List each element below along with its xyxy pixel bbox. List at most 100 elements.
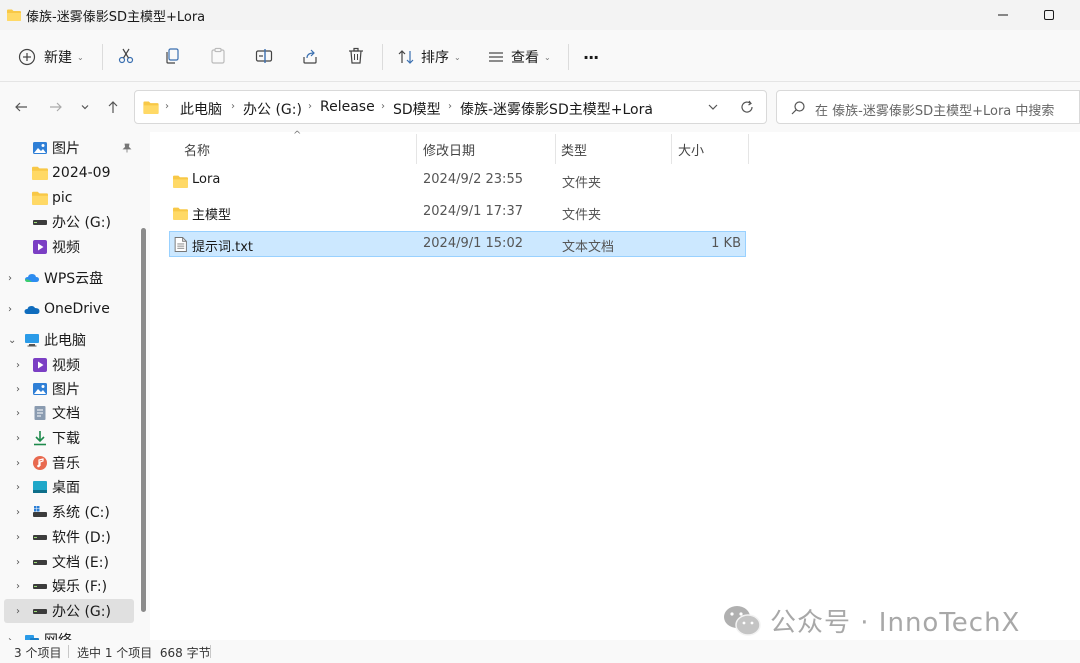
chevron-right-icon: › [16, 359, 20, 371]
sidebar-item-drive-e[interactable]: › 文档 (E:) [0, 550, 140, 574]
chevron-right-icon: › [16, 457, 20, 469]
sidebar-item-documents[interactable]: › 文档 [0, 401, 140, 425]
arrow-up-icon [108, 101, 118, 113]
toolbar-divider [382, 44, 383, 70]
recent-locations-button[interactable] [74, 96, 96, 118]
watermark-text: 公众号 · InnoTechX [770, 608, 1021, 638]
sidebar-item-videos[interactable]: › 视频 [0, 353, 140, 377]
sidebar-item-onedrive[interactable]: › OneDrive [0, 297, 140, 321]
up-button[interactable] [102, 96, 124, 118]
chevron-right-icon: › [16, 407, 20, 419]
sidebar-item-drive-f[interactable]: › 娱乐 (F:) [0, 574, 140, 598]
rename-button[interactable] [252, 44, 276, 68]
arrow-left-icon [15, 102, 27, 112]
breadcrumb-this-pc[interactable]: 此电脑 [180, 99, 222, 119]
back-button[interactable] [10, 96, 32, 118]
share-button[interactable] [298, 44, 322, 68]
chevron-down-icon [81, 105, 89, 110]
pin-icon [122, 143, 132, 153]
chevron-right-icon: › [16, 605, 20, 617]
chevron-right-icon: › [16, 383, 20, 395]
folder-icon [173, 207, 188, 220]
sort-label: 排序 [421, 50, 449, 66]
onedrive-icon [24, 306, 40, 314]
breadcrumb-current-folder[interactable]: 傣族-迷雾傣影SD主模型+Lora [460, 99, 653, 119]
sidebar-item-this-pc[interactable]: ⌄ 此电脑 [0, 328, 140, 352]
drive-icon [33, 535, 47, 540]
file-list: ^ 名称 修改日期 类型 大小 Lora 2024/9/2 23:55 文件夹 … [150, 130, 1080, 640]
sidebar-item-desktop[interactable]: › 桌面 [0, 475, 140, 499]
wechat-icon [724, 605, 761, 636]
file-row-prompt-txt[interactable]: 提示词.txt 2024/9/1 15:02 文本文档 1 KB [169, 231, 746, 257]
column-header-modified[interactable]: 修改日期 [423, 140, 475, 159]
sidebar-item-drive-d[interactable]: › 软件 (D:) [0, 525, 140, 549]
chevron-right-icon: › [648, 101, 652, 112]
column-divider [671, 134, 672, 164]
chevron-right-icon: › [308, 101, 312, 112]
sort-ascending-icon: ^ [293, 130, 302, 141]
sidebar-item-pictures-pinned[interactable]: 图片 [0, 136, 140, 160]
item-count: 3 个项目 [14, 646, 62, 660]
sidebar-item-drive-c[interactable]: › 系统 (C:) [0, 500, 140, 524]
column-divider [555, 134, 556, 164]
copy-icon [166, 48, 179, 64]
copy-button[interactable] [160, 44, 184, 68]
chevron-down-icon: ⌄ [8, 334, 17, 346]
sidebar-item-drive-g-pinned[interactable]: 办公 (G:) [0, 210, 140, 234]
file-row-main-model[interactable]: 主模型 2024/9/1 17:37 文件夹 [169, 200, 746, 226]
address-bar[interactable]: › 此电脑 › 办公 (G:) › Release › SD模型 › 傣族-迷雾… [134, 90, 767, 124]
sort-button[interactable]: 排序 ⌄ [397, 42, 461, 72]
new-button[interactable]: 新建 ⌄ [18, 42, 84, 72]
chevron-down-icon: ⌄ [544, 52, 551, 62]
sidebar-item-2024-09[interactable]: 2024-09 [0, 161, 140, 185]
sidebar-item-drive-g[interactable]: › 办公 (G:) [4, 599, 134, 623]
sidebar-item-music[interactable]: › 音乐 [0, 451, 140, 475]
folder-icon [173, 175, 188, 188]
sort-icon [398, 50, 414, 64]
maximize-button[interactable] [1026, 0, 1072, 30]
system-drive-icon [33, 506, 47, 517]
view-button[interactable]: 查看 ⌄ [487, 42, 551, 72]
column-header-type[interactable]: 类型 [561, 140, 587, 159]
folder-icon [32, 166, 48, 180]
refresh-icon [741, 100, 753, 113]
column-header-size[interactable]: 大小 [678, 140, 704, 159]
chevron-right-icon: › [165, 101, 169, 112]
minimize-button[interactable] [980, 0, 1026, 30]
column-header-name[interactable]: 名称 [184, 140, 210, 159]
window-title: 傣族-迷雾傣影SD主模型+Lora [26, 10, 206, 25]
pictures-icon [33, 383, 47, 395]
file-row-lora[interactable]: Lora 2024/9/2 23:55 文件夹 [169, 168, 746, 194]
folder-icon [143, 101, 159, 118]
sidebar-item-network[interactable]: › 网络 [0, 628, 140, 640]
breadcrumb-release[interactable]: Release [320, 99, 375, 115]
chevron-down-icon [708, 104, 718, 110]
breadcrumb-drive-g[interactable]: 办公 (G:) [243, 99, 302, 119]
file-size: 1 KB [711, 236, 741, 251]
status-divider [210, 645, 211, 658]
chevron-right-icon: › [381, 101, 385, 112]
chevron-right-icon: › [8, 272, 12, 284]
videos-icon [33, 358, 47, 372]
paste-button[interactable] [206, 44, 230, 68]
pictures-icon [33, 142, 47, 154]
sidebar-item-pictures[interactable]: › 图片 [0, 377, 140, 401]
chevron-right-icon: › [16, 506, 20, 518]
sidebar-item-downloads[interactable]: › 下载 [0, 426, 140, 450]
sidebar-scrollbar[interactable] [141, 228, 146, 612]
delete-button[interactable] [344, 44, 368, 68]
sidebar-item-videos-pinned[interactable]: 视频 [0, 235, 140, 259]
breadcrumb-sd-models[interactable]: SD模型 [393, 99, 441, 119]
status-bar: 3 个项目 选中 1 个项目 668 字节 [0, 640, 1080, 663]
more-options-button[interactable]: ··· [583, 42, 599, 72]
refresh-button[interactable] [740, 100, 754, 118]
sidebar-item-pic[interactable]: pic [0, 186, 140, 210]
forward-button[interactable] [45, 96, 67, 118]
address-history-button[interactable] [707, 101, 719, 117]
trash-icon [349, 47, 363, 64]
sidebar-item-wps-cloud[interactable]: › WPS云盘 [0, 266, 140, 290]
cut-button[interactable] [114, 44, 138, 68]
file-name: 提示词.txt [192, 240, 254, 255]
search-input[interactable]: 在 傣族-迷雾傣影SD主模型+Lora 中搜索 [776, 90, 1080, 124]
chevron-down-icon: ⌄ [77, 52, 84, 62]
